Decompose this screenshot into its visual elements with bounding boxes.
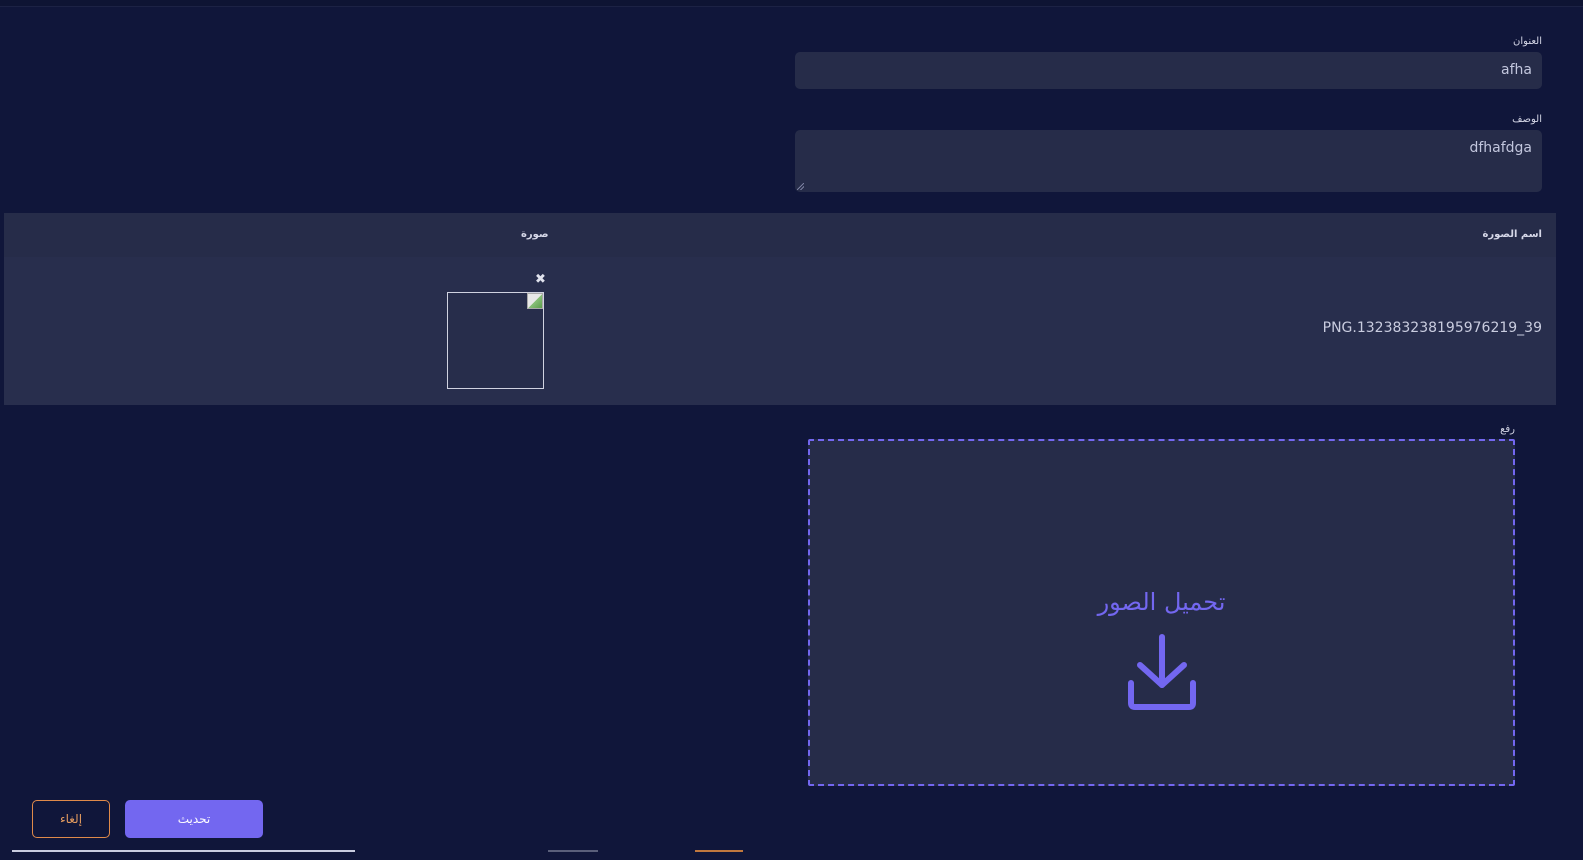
- description-label: الوصف: [1512, 114, 1542, 125]
- description-textarea[interactable]: dfhafdga: [795, 130, 1542, 192]
- table-row: ✖ PNG.132383238195976219_39: [4, 257, 1556, 405]
- images-table: اسم الصورة صورة ✖ PNG.132383238195976219…: [4, 213, 1556, 405]
- column-header-image-name: اسم الصورة: [1482, 229, 1542, 240]
- download-icon: [1128, 634, 1196, 710]
- image-filename: PNG.132383238195976219_39: [1322, 320, 1542, 336]
- scroll-indicator: [12, 850, 355, 852]
- table-header: اسم الصورة صورة: [4, 213, 1556, 257]
- title-input[interactable]: afha: [795, 52, 1542, 89]
- column-header-image: صورة: [521, 229, 549, 240]
- dropzone-text: تحميل الصور: [1097, 588, 1226, 616]
- image-thumbnail: [447, 292, 544, 389]
- title-input-value: afha: [1501, 62, 1532, 78]
- cancel-button[interactable]: إلغاء: [32, 800, 110, 838]
- scroll-indicator: [695, 850, 743, 852]
- scroll-indicator: [548, 850, 598, 852]
- update-button[interactable]: تحديث: [125, 800, 263, 838]
- title-label: العنوان: [1513, 36, 1542, 47]
- top-divider: [0, 0, 1583, 7]
- description-textarea-value: dfhafdga: [1469, 140, 1532, 156]
- close-icon[interactable]: ✖: [535, 273, 546, 286]
- upload-label: رفع: [1500, 424, 1515, 435]
- upload-dropzone[interactable]: تحميل الصور: [808, 439, 1515, 786]
- resize-handle-icon[interactable]: [797, 183, 804, 190]
- broken-image-icon: [527, 293, 543, 309]
